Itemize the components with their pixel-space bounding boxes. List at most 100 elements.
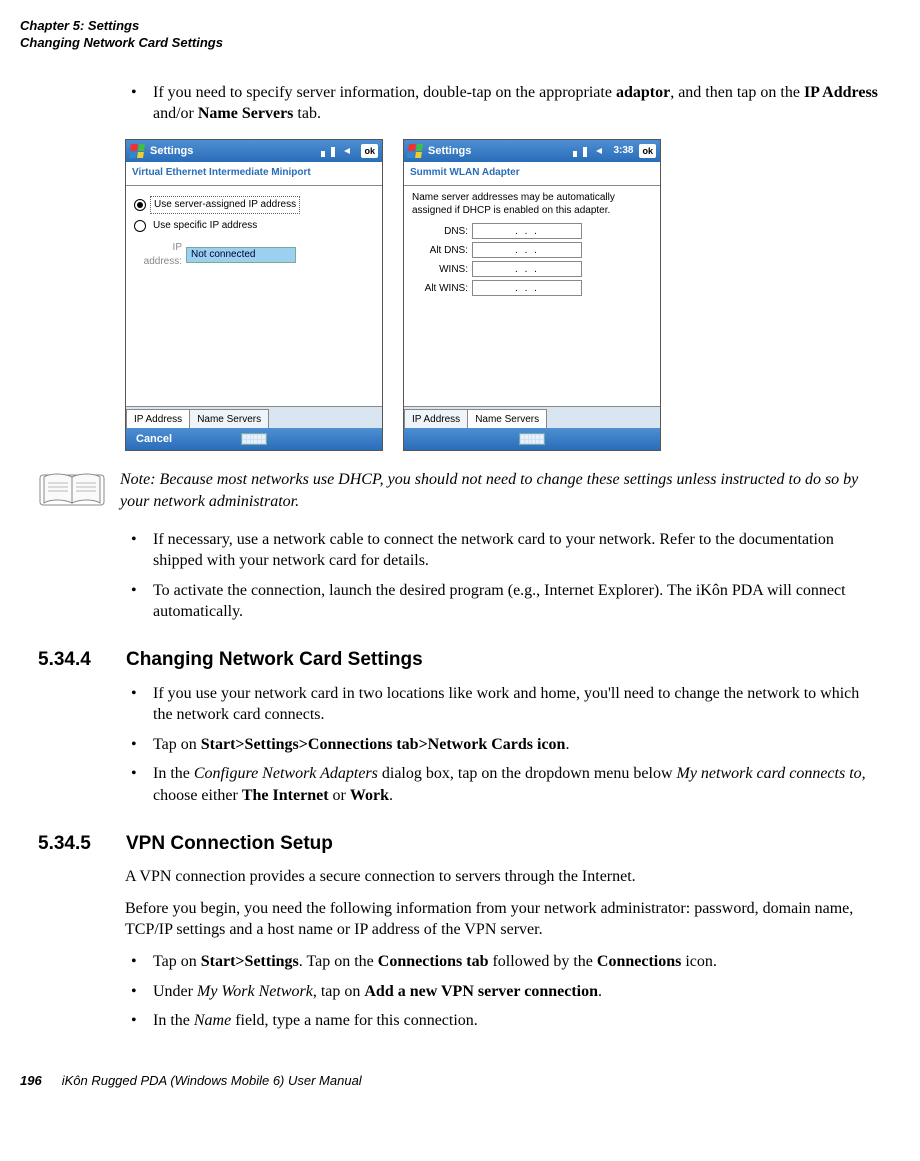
window-title: Settings — [150, 144, 193, 159]
blurb: Name server addresses may be automatical… — [412, 192, 652, 217]
text: followed by the — [488, 953, 596, 970]
step-specify-server: If you need to specify server informatio… — [125, 82, 880, 125]
heading-5-34-5: 5.34.5 VPN Connection Setup — [38, 831, 900, 857]
speaker-icon[interactable] — [341, 145, 355, 157]
alt-wins-label: Alt WINS: — [412, 282, 468, 296]
italic-my-work: My Work Network — [197, 983, 313, 1000]
text: Tap on — [153, 736, 201, 753]
wins-field[interactable]: . . . — [472, 261, 582, 277]
bold-connections-tab: Connections tab — [378, 953, 489, 970]
step-vpn-name: In the Name field, type a name for this … — [125, 1010, 880, 1032]
bottom-bar — [404, 428, 660, 450]
screenshot-name-servers: Settings 3:38 ok Summit WLAN Adapter Nam… — [403, 139, 661, 452]
cancel-button[interactable]: Cancel — [136, 432, 172, 447]
italic-name: Name — [194, 1012, 231, 1029]
radio-label: Use specific IP address — [150, 218, 260, 234]
keyboard-icon[interactable] — [519, 433, 545, 445]
book-icon — [38, 469, 106, 511]
bold-adaptor: adaptor — [616, 84, 670, 101]
step-configure-adapters: In the Configure Network Adapters dialog… — [125, 763, 880, 806]
bold-connections: Connections — [597, 953, 681, 970]
section-line: Changing Network Card Settings — [20, 35, 900, 52]
radio-server-assigned[interactable]: Use server-assigned IP address — [134, 196, 374, 214]
section-title: VPN Connection Setup — [126, 831, 333, 857]
note-text: Note: Because most networks use DHCP, yo… — [120, 469, 900, 512]
section-number: 5.34.4 — [38, 647, 108, 673]
bottom-bar: Cancel — [126, 428, 382, 450]
step-network-cable: If necessary, use a network cable to con… — [125, 529, 880, 572]
bold-start-settings: Start>Settings — [201, 953, 299, 970]
panel: Use server-assigned IP address Use speci… — [126, 186, 382, 406]
text: , tap on — [313, 983, 365, 1000]
tab-name-servers[interactable]: Name Servers — [189, 409, 269, 430]
radio-icon[interactable] — [134, 220, 146, 232]
italic-field: My network card connects to, — [677, 765, 866, 782]
text: . Tap on the — [299, 953, 378, 970]
note-lead: Note: — [120, 471, 160, 488]
section-title: Changing Network Card Settings — [126, 647, 423, 673]
text: choose either — [153, 787, 242, 804]
text: field, type a name for this connection. — [231, 1012, 478, 1029]
text: . — [389, 787, 393, 804]
ok-button[interactable]: ok — [361, 144, 378, 158]
text: dialog box, tap on the dropdown menu bel… — [378, 765, 677, 782]
step-two-locations: If you use your network card in two loca… — [125, 683, 880, 726]
start-icon[interactable] — [407, 144, 423, 158]
wins-label: WINS: — [412, 263, 468, 277]
page-number: 196 — [20, 1072, 42, 1090]
running-header: Chapter 5: Settings Changing Network Car… — [20, 18, 900, 52]
tab-name-servers[interactable]: Name Servers — [467, 409, 547, 430]
step-tap-network-cards: Tap on Start>Settings>Connections tab>Ne… — [125, 734, 880, 756]
tab-ip-address[interactable]: IP Address — [404, 409, 468, 430]
bold-ip-address: IP Address — [804, 84, 878, 101]
text: In the — [153, 1012, 194, 1029]
window-title: Settings — [428, 144, 471, 159]
ip-address-field[interactable]: Not connected — [186, 247, 296, 263]
speaker-icon[interactable] — [593, 145, 607, 157]
alt-dns-field[interactable]: . . . — [472, 242, 582, 258]
text: Tap on — [153, 953, 201, 970]
ok-button[interactable]: ok — [639, 144, 656, 158]
paragraph-vpn-prereq: Before you begin, you need the following… — [125, 898, 880, 941]
step-vpn-connections: Tap on Start>Settings. Tap on the Connec… — [125, 951, 880, 973]
tabs: IP Address Name Servers — [404, 406, 660, 428]
tabs: IP Address Name Servers — [126, 406, 382, 428]
step-vpn-add: Under My Work Network, tap on Add a new … — [125, 981, 880, 1003]
section-number: 5.34.5 — [38, 831, 108, 857]
keyboard-icon[interactable] — [241, 433, 267, 445]
bold-work: Work — [350, 787, 389, 804]
dns-field[interactable]: . . . — [472, 223, 582, 239]
heading-5-34-4: 5.34.4 Changing Network Card Settings — [38, 647, 900, 673]
start-icon[interactable] — [129, 144, 145, 158]
radio-label: Use server-assigned IP address — [150, 196, 300, 214]
dns-label: DNS: — [412, 225, 468, 239]
text: . — [565, 736, 569, 753]
text: . — [598, 983, 602, 1000]
radio-icon[interactable] — [134, 199, 146, 211]
tab-ip-address[interactable]: IP Address — [126, 409, 190, 430]
adapter-name: Virtual Ethernet Intermediate Miniport — [126, 162, 382, 187]
alt-wins-field[interactable]: . . . — [472, 280, 582, 296]
text: icon. — [681, 953, 717, 970]
clock: 3:38 — [613, 144, 633, 158]
book-title: iKôn Rugged PDA (Windows Mobile 6) User … — [62, 1072, 362, 1090]
adapter-name: Summit WLAN Adapter — [404, 162, 660, 187]
panel: Name server addresses may be automatical… — [404, 186, 660, 406]
chapter-line: Chapter 5: Settings — [20, 18, 900, 35]
titlebar: Settings 3:38 ok — [404, 140, 660, 162]
text: Under — [153, 983, 197, 1000]
screenshot-row: Settings ok Virtual Ethernet Intermediat… — [125, 139, 880, 452]
bold-add-vpn: Add a new VPN server connection — [364, 983, 598, 1000]
text: or — [329, 787, 350, 804]
bold-path: Start>Settings>Connections tab>Network C… — [201, 736, 566, 753]
text: and/or — [153, 105, 198, 122]
signal-icon[interactable] — [573, 145, 587, 157]
signal-icon[interactable] — [321, 145, 335, 157]
italic-dialog: Configure Network Adapters — [194, 765, 378, 782]
running-footer: 196 iKôn Rugged PDA (Windows Mobile 6) U… — [20, 1072, 900, 1090]
screenshot-ip-address: Settings ok Virtual Ethernet Intermediat… — [125, 139, 383, 452]
radio-specific-ip[interactable]: Use specific IP address — [134, 218, 374, 234]
text: If you need to specify server informatio… — [153, 84, 616, 101]
bold-name-servers: Name Servers — [198, 105, 294, 122]
text: , and then tap on the — [670, 84, 804, 101]
